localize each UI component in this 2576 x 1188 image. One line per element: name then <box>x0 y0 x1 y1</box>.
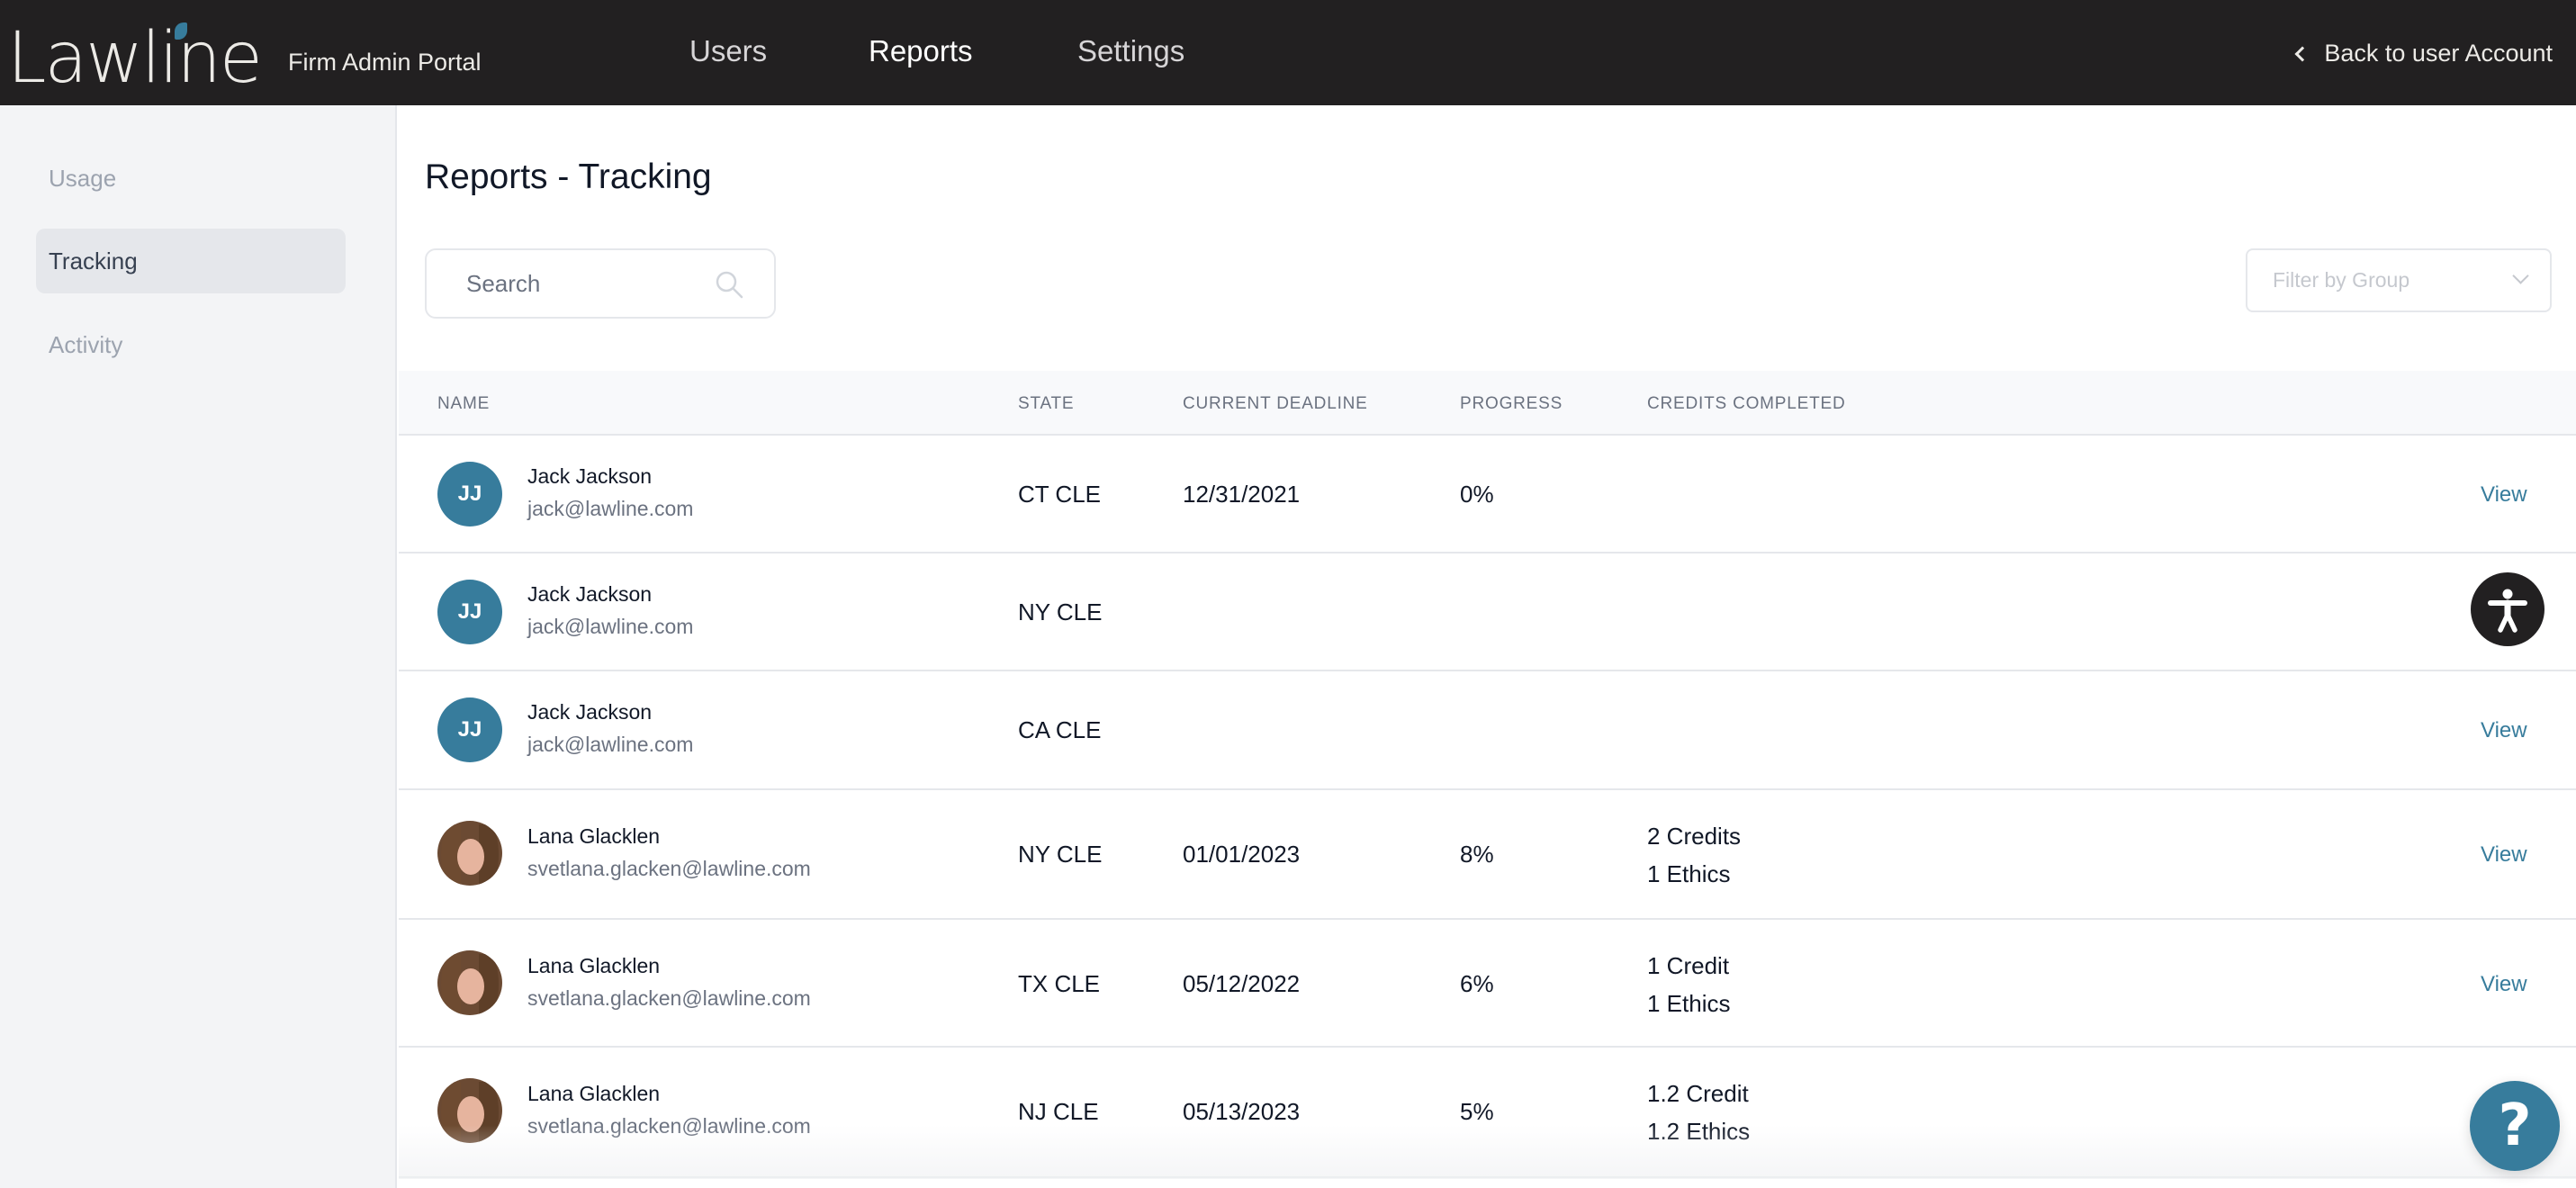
main-content: Reports - Tracking Filter by Group Name … <box>399 105 2576 1188</box>
credits-completed-cell: 1.2 Credit 1.2 Ethics <box>1647 1075 1750 1150</box>
lawline-logo[interactable]: Lawline <box>7 13 263 99</box>
avatar <box>437 950 502 1015</box>
sidebar-item-tracking[interactable]: Tracking <box>36 229 346 293</box>
state-cell: NJ CLE <box>1018 1098 1099 1125</box>
search-box <box>425 248 776 319</box>
deadline-cell: 05/12/2022 <box>1183 970 1301 997</box>
portal-name: Firm Admin Portal <box>288 49 482 76</box>
question-mark-icon: ? <box>2498 1093 2532 1159</box>
ethics-value: 1 Ethics <box>1647 860 1731 887</box>
top-navigation-bar: Lawline Firm Admin Portal Users Reports … <box>0 0 2576 105</box>
avatar <box>437 1078 502 1143</box>
avatar: JJ <box>437 698 502 762</box>
state-cell: NY CLE <box>1018 598 1103 626</box>
view-link[interactable]: View <box>2481 972 2527 997</box>
page-title: Reports - Tracking <box>425 158 712 196</box>
sidebar: Usage Tracking Activity <box>0 105 397 1188</box>
nav-users[interactable]: Users <box>689 34 767 68</box>
help-button[interactable]: ? <box>2470 1081 2560 1171</box>
user-name: Lana Glacklen <box>527 824 661 848</box>
credits-value: 2 Credits <box>1647 823 1742 850</box>
progress-cell: 0% <box>1460 481 1494 508</box>
filter-placeholder: Filter by Group <box>2273 268 2410 292</box>
credits-value: 1 Credit <box>1647 952 1730 979</box>
table-row: JJ Jack Jackson jack@lawline.com NY CLE <box>399 554 2576 671</box>
user-email: jack@lawline.com <box>527 733 694 756</box>
credits-completed-cell: 1 Credit 1 Ethics <box>1647 947 1731 1022</box>
credits-completed-cell: 2 Credits 1 Ethics <box>1647 817 1741 893</box>
chevron-down-icon <box>2512 267 2529 284</box>
user-email: svetlana.glacken@lawline.com <box>527 857 811 880</box>
user-email: jack@lawline.com <box>527 497 694 520</box>
column-header-credits-completed[interactable]: Credits Completed <box>1647 394 1846 414</box>
chevron-left-icon <box>2294 46 2310 61</box>
table-row: JJ Jack Jackson jack@lawline.com CT CLE … <box>399 436 2576 554</box>
state-cell: NY CLE <box>1018 841 1103 868</box>
table-row: Lana Glacklen svetlana.glacken@lawline.c… <box>399 920 2576 1048</box>
state-cell: CA CLE <box>1018 716 1102 743</box>
avatar: JJ <box>437 580 502 644</box>
table-row: Lana Glacklen svetlana.glacken@lawline.c… <box>399 790 2576 920</box>
search-input[interactable] <box>466 250 709 317</box>
back-link-label: Back to user Account <box>2324 40 2553 67</box>
credits-value: 1.2 Credit <box>1647 1080 1749 1107</box>
table-header: Name State Current Deadline Progress Cre… <box>399 371 2576 436</box>
table-row: JJ Jack Jackson jack@lawline.com CA CLE … <box>399 671 2576 790</box>
deadline-cell: 01/01/2023 <box>1183 841 1301 868</box>
user-email: svetlana.glacken@lawline.com <box>527 1114 811 1138</box>
progress-cell: 5% <box>1460 1098 1494 1125</box>
progress-cell: 8% <box>1460 841 1494 868</box>
state-cell: CT CLE <box>1018 481 1101 508</box>
user-name: Jack Jackson <box>527 700 653 724</box>
avatar <box>437 821 502 886</box>
table-row: Lana Glacklen svetlana.glacken@lawline.c… <box>399 1048 2576 1178</box>
user-email: jack@lawline.com <box>527 615 694 638</box>
filter-by-group-select[interactable]: Filter by Group <box>2246 248 2552 312</box>
column-header-progress[interactable]: Progress <box>1460 394 1563 414</box>
nav-reports[interactable]: Reports <box>869 34 973 68</box>
column-header-current-deadline[interactable]: Current Deadline <box>1183 394 1368 414</box>
user-name: Jack Jackson <box>527 582 653 606</box>
accessibility-icon <box>2488 589 2527 633</box>
deadline-cell: 12/31/2021 <box>1183 481 1301 508</box>
view-link[interactable]: View <box>2481 482 2527 508</box>
accessibility-button[interactable] <box>2471 572 2544 646</box>
ethics-value: 1.2 Ethics <box>1647 1118 1751 1145</box>
column-header-name[interactable]: Name <box>437 394 490 414</box>
search-icon[interactable] <box>713 268 745 301</box>
column-header-state[interactable]: State <box>1018 394 1074 414</box>
state-cell: TX CLE <box>1018 970 1101 997</box>
user-name: Lana Glacklen <box>527 954 661 977</box>
view-link[interactable]: View <box>2481 842 2527 868</box>
avatar: JJ <box>437 462 502 526</box>
sidebar-item-activity[interactable]: Activity <box>36 312 346 377</box>
user-name: Lana Glacklen <box>527 1082 661 1105</box>
user-name: Jack Jackson <box>527 464 653 488</box>
deadline-cell: 05/13/2023 <box>1183 1098 1301 1125</box>
nav-settings[interactable]: Settings <box>1077 34 1184 68</box>
user-email: svetlana.glacken@lawline.com <box>527 986 811 1010</box>
view-link[interactable]: View <box>2481 718 2527 743</box>
logo-text: Lawline <box>7 18 263 99</box>
progress-cell: 6% <box>1460 970 1494 997</box>
ethics-value: 1 Ethics <box>1647 990 1731 1017</box>
sidebar-item-usage[interactable]: Usage <box>36 146 346 211</box>
back-to-user-account-link[interactable]: Back to user Account <box>2294 40 2553 68</box>
